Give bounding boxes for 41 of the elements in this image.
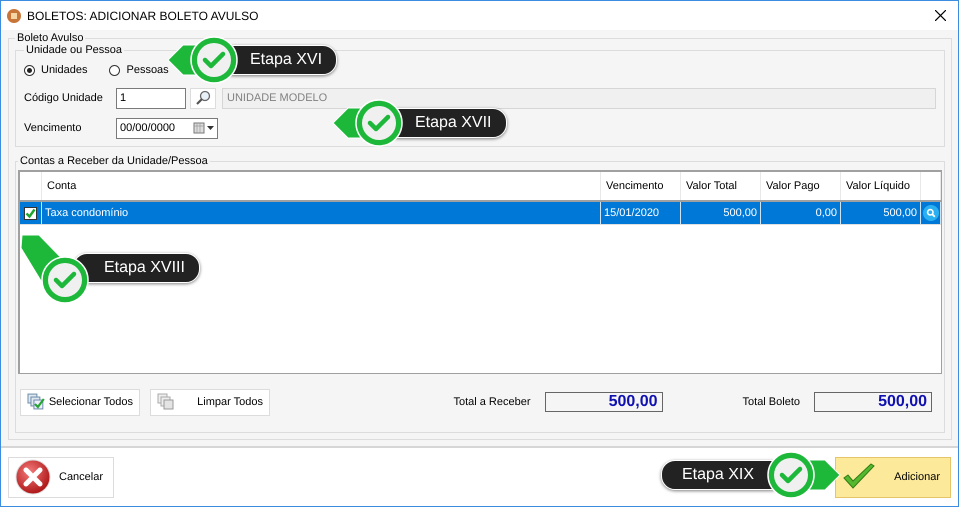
field-label: Vencimento: [24, 122, 82, 134]
total-label: Total Boleto: [742, 396, 800, 408]
column-header: Valor Líquido: [841, 172, 921, 200]
add-button[interactable]: Adicionar: [835, 456, 951, 498]
table-row[interactable]: Taxa condomínio 15/01/2020 500,00 0,00 500,00: [20, 202, 941, 225]
cancel-icon: [15, 459, 51, 495]
column-header: Vencimento: [601, 172, 681, 200]
window-title: BOLETOS: ADICIONAR BOLETO AVULSO: [27, 8, 260, 22]
table-cell: 500,00: [841, 202, 921, 224]
table-cell: 500,00: [681, 202, 761, 224]
checkbox[interactable]: [24, 206, 37, 220]
check-badge-icon: [167, 35, 239, 85]
search-button[interactable]: [190, 88, 216, 108]
select-all-button[interactable]: Selecionar Todos: [20, 388, 140, 416]
clear-all-icon: [157, 393, 175, 411]
table-cell: Taxa condomínio: [42, 202, 601, 224]
code-field[interactable]: 1: [116, 88, 186, 108]
total-label: Total a Receber: [453, 396, 531, 408]
group-title: Unidade ou Pessoa: [25, 44, 124, 56]
checkmark-icon: [842, 463, 876, 491]
column-header: Valor Pago: [761, 172, 841, 200]
search-icon[interactable]: [922, 205, 938, 221]
calendar-icon[interactable]: [193, 122, 215, 134]
table-cell: 0,00: [761, 202, 841, 224]
select-all-icon: [27, 393, 45, 411]
clear-all-button[interactable]: Limpar Todos: [150, 388, 270, 416]
radio-option[interactable]: Pessoas: [109, 64, 169, 76]
total-value: 500,00: [814, 392, 932, 412]
cancel-button[interactable]: Cancelar: [8, 456, 114, 498]
date-field[interactable]: 00/00/0000: [116, 118, 218, 138]
total-value: 500,00: [544, 392, 663, 412]
check-badge-icon: [332, 98, 404, 148]
group-title: Boleto Avulso: [16, 32, 84, 44]
table-cell: 15/01/2020: [601, 202, 681, 224]
field-label: Código Unidade: [24, 92, 104, 104]
app-icon: [7, 8, 21, 22]
column-header: Valor Total: [681, 172, 761, 200]
name-field: UNIDADE MODELO: [222, 88, 936, 108]
radio-option[interactable]: Unidades: [24, 64, 88, 76]
group-title: Contas a Receber da Unidade/Pessoa: [19, 155, 209, 167]
column-header: Conta: [42, 172, 601, 200]
